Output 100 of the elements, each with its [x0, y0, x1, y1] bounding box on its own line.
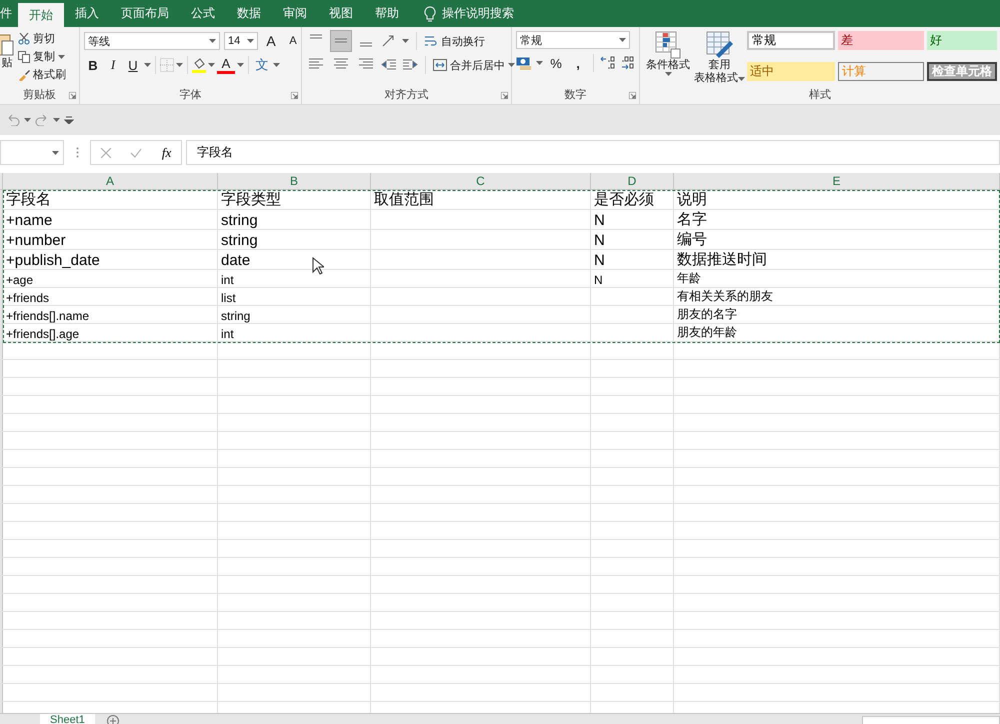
- table-cell[interactable]: +publish_date: [3, 250, 218, 270]
- table-cell[interactable]: [591, 288, 674, 306]
- table-cell[interactable]: [371, 306, 591, 324]
- ribbon-tab[interactable]: 件: [0, 0, 18, 27]
- customize-toolbar-icon[interactable]: [64, 116, 74, 124]
- bold-button[interactable]: B: [84, 55, 102, 75]
- caret-icon[interactable]: [237, 63, 244, 67]
- caret-icon[interactable]: [209, 39, 216, 43]
- currency-icon[interactable]: [516, 56, 532, 70]
- table-cell[interactable]: N: [591, 270, 674, 288]
- increase-indent-icon[interactable]: [402, 58, 418, 72]
- ribbon-tab[interactable]: 审阅: [272, 0, 318, 27]
- table-cell[interactable]: string: [218, 210, 371, 230]
- font-name-field[interactable]: 等线: [84, 32, 220, 50]
- caret-icon[interactable]: [247, 39, 254, 43]
- ribbon-tab[interactable]: 公式: [180, 0, 226, 27]
- caret-icon[interactable]: [58, 54, 65, 58]
- format-painter-button[interactable]: 格式刷: [18, 67, 66, 82]
- merge-center-button[interactable]: 合并后居中: [433, 58, 515, 72]
- check-icon[interactable]: [130, 148, 142, 158]
- table-cell[interactable]: 名字: [674, 210, 1000, 230]
- caret-icon[interactable]: [53, 118, 60, 122]
- caret-icon[interactable]: [24, 118, 31, 122]
- search-field[interactable]: 操作说明搜索: [442, 5, 514, 22]
- caret-icon[interactable]: [664, 72, 672, 76]
- table-cell[interactable]: string: [218, 230, 371, 250]
- ribbon-tab[interactable]: 数据: [226, 0, 272, 27]
- ribbon-tab[interactable]: 视图: [318, 0, 364, 27]
- paste-button[interactable]: 贴: [0, 31, 14, 88]
- table-cell[interactable]: +name: [3, 210, 218, 230]
- caret-icon[interactable]: [738, 77, 745, 81]
- middle-align-icon[interactable]: [331, 31, 351, 51]
- table-cell[interactable]: int: [218, 324, 371, 342]
- cell-style[interactable]: 差: [838, 31, 924, 50]
- table-cell[interactable]: [591, 324, 674, 342]
- horizontal-scrollbar[interactable]: [862, 716, 1000, 724]
- caret-icon[interactable]: [208, 63, 215, 67]
- decrease-decimal-icon[interactable]: [620, 55, 636, 71]
- cut-button[interactable]: 剪切: [18, 31, 66, 46]
- table-cell[interactable]: [371, 324, 591, 342]
- format-as-table-button[interactable]: 套用 表格格式: [692, 31, 747, 88]
- table-cell[interactable]: 有相关关系的朋友: [674, 288, 1000, 306]
- insert-function-button[interactable]: fx: [162, 144, 172, 160]
- underline-button[interactable]: U: [124, 55, 142, 75]
- dialog-launcher-icon[interactable]: [629, 92, 636, 99]
- table-cell[interactable]: 是否必须: [591, 190, 674, 210]
- font-size-field[interactable]: 14: [224, 32, 258, 50]
- cell-style[interactable]: 适中: [747, 62, 835, 81]
- table-cell[interactable]: [371, 288, 591, 306]
- caret-icon[interactable]: [619, 38, 626, 42]
- column-header[interactable]: E: [674, 173, 1000, 189]
- dialog-launcher-icon[interactable]: [291, 92, 298, 99]
- dialog-launcher-icon[interactable]: [501, 92, 508, 99]
- table-cell[interactable]: [371, 270, 591, 288]
- table-cell[interactable]: 朋友的年龄: [674, 324, 1000, 342]
- font-color-button[interactable]: A: [217, 56, 235, 74]
- table-cell[interactable]: [371, 250, 591, 270]
- caret-icon[interactable]: [176, 63, 183, 67]
- table-cell[interactable]: +friends: [3, 288, 218, 306]
- decrease-indent-icon[interactable]: [381, 58, 397, 72]
- formula-field[interactable]: 字段名: [186, 140, 1000, 165]
- table-cell[interactable]: 字段名: [3, 190, 218, 210]
- undo-icon[interactable]: [6, 114, 20, 126]
- table-cell[interactable]: list: [218, 288, 371, 306]
- caret-icon[interactable]: [508, 63, 515, 67]
- caret-icon[interactable]: [144, 63, 151, 67]
- caret-icon[interactable]: [402, 39, 409, 43]
- percent-button[interactable]: %: [547, 53, 565, 73]
- number-format-field[interactable]: 常规: [516, 31, 630, 49]
- conditional-formatting-button[interactable]: 条件格式: [644, 31, 692, 88]
- dialog-launcher-icon[interactable]: [69, 92, 76, 99]
- wrap-text-button[interactable]: 自动换行: [424, 34, 485, 48]
- sheet-tab[interactable]: Sheet1: [40, 714, 95, 724]
- table-cell[interactable]: 编号: [674, 230, 1000, 250]
- table-cell[interactable]: N: [591, 210, 674, 230]
- table-cell[interactable]: 数据推送时间: [674, 250, 1000, 270]
- comma-style-button[interactable]: ,: [569, 53, 587, 73]
- table-cell[interactable]: string: [218, 306, 371, 324]
- column-header[interactable]: D: [591, 173, 674, 189]
- ribbon-tab[interactable]: 插入: [64, 0, 110, 27]
- table-cell[interactable]: [591, 306, 674, 324]
- table-cell[interactable]: 取值范围: [371, 190, 591, 210]
- redo-icon[interactable]: [35, 114, 49, 126]
- table-cell[interactable]: +friends[].age: [3, 324, 218, 342]
- table-cell[interactable]: [371, 210, 591, 230]
- fill-bucket-icon[interactable]: [192, 57, 206, 73]
- caret-icon[interactable]: [52, 150, 59, 154]
- table-cell[interactable]: N: [591, 230, 674, 250]
- ribbon-tab[interactable]: 页面布局: [110, 0, 180, 27]
- add-sheet-icon[interactable]: [106, 715, 119, 724]
- table-cell[interactable]: +number: [3, 230, 218, 250]
- column-header[interactable]: A: [3, 173, 218, 189]
- cell-style[interactable]: 好: [927, 31, 997, 50]
- table-cell[interactable]: 年龄: [674, 270, 1000, 288]
- caret-icon[interactable]: [273, 63, 280, 67]
- table-cell[interactable]: 朋友的名字: [674, 306, 1000, 324]
- table-cell[interactable]: [371, 230, 591, 250]
- table-cell[interactable]: +friends[].name: [3, 306, 218, 324]
- grow-font-button[interactable]: A: [262, 31, 280, 51]
- table-cell[interactable]: 说明: [674, 190, 1000, 210]
